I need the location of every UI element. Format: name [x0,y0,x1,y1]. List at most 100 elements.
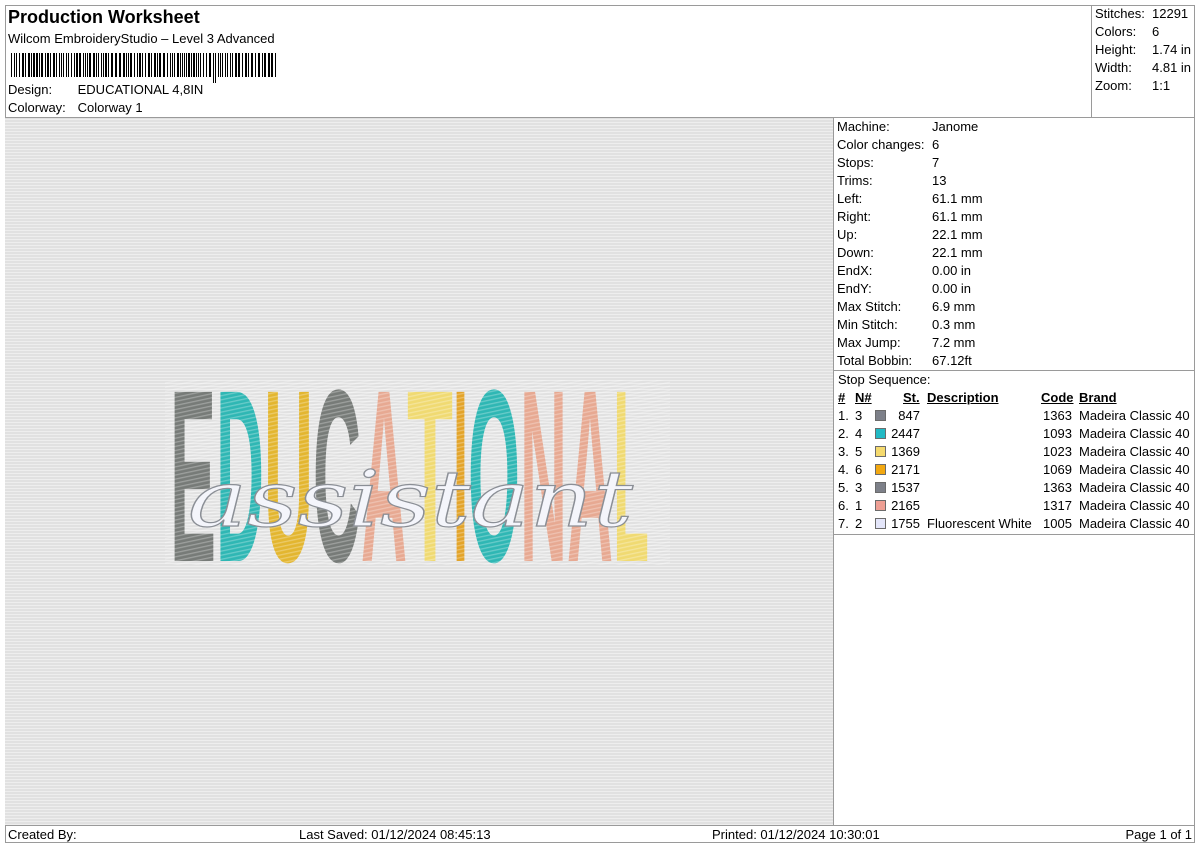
stop-needle: 2 [855,516,863,531]
stop-num: 7. [838,516,849,531]
up-label: Up: [837,227,858,242]
worksheet-footer: Created By: Last Saved: 01/12/2024 08:45… [5,825,1195,843]
col-description: Description [927,390,999,405]
stop-num: 5. [838,480,849,495]
stop-needle: 3 [855,480,863,495]
stop-row: 5. 3 1537 1363 Madeira Classic 40 [834,480,1195,498]
stops-label: Stops: [837,155,874,170]
height-row: Height: 1.74 in [1095,42,1191,57]
colors-row: Colors: 6 [1095,24,1159,39]
right-value: 61.1 mm [932,209,983,224]
stop-brand: Madeira Classic 40 [1079,426,1190,441]
trims-label: Trims: [837,173,873,188]
embroidery-design: EDUCATIONAL assistant [165,339,670,614]
stop-stitches: 1369 [891,444,920,459]
stop-brand: Madeira Classic 40 [1079,516,1190,531]
stop-num: 4. [838,462,849,477]
barcode [11,53,279,83]
assistant-script: assistant [187,454,634,545]
stitches-value: 12291 [1152,6,1189,21]
stitches-label: Stitches: [1095,6,1145,21]
up-row: Up: 22.1 mm [837,227,983,242]
stop-row: 6. 1 2165 1317 Madeira Classic 40 [834,498,1195,516]
machine-value: Janome [932,119,979,134]
stop-row: 7. 2 1755 Fluorescent White 1005 Madeira Clas… [834,516,1195,534]
color-changes-row: Color changes: 6 [837,137,939,152]
stop-stitches: 2165 [891,498,920,513]
stop-num: 3. [838,444,849,459]
endx-label: EndX: [837,263,873,278]
max-jump-row: Max Jump: 7.2 mm [837,335,975,350]
down-value: 22.1 mm [932,245,983,260]
page-number: Page 1 of 1 [1125,827,1193,842]
min-stitch-label: Min Stitch: [837,317,898,332]
stop-stitches: 2447 [891,426,920,441]
right-label: Right: [837,209,871,224]
min-stitch-value: 0.3 mm [932,317,976,332]
stop-row: 1. 3 847 1363 Madeira Classic 40 [834,408,1195,426]
col-code: Code [1041,390,1074,405]
stop-stitches: 2171 [891,462,920,477]
min-stitch-row: Min Stitch: 0.3 mm [837,317,975,332]
stop-code: 1363 [1043,480,1072,495]
stop-needle: 4 [855,426,863,441]
color-swatch [875,446,886,457]
trims-row: Trims: 13 [837,173,946,188]
colorway-row: Colorway: Colorway 1 [8,100,143,115]
stops-row: Stops: 7 [837,155,939,170]
stop-brand: Madeira Classic 40 [1079,480,1190,495]
color-changes-label: Color changes: [837,137,925,152]
stop-num: 2. [838,426,849,441]
printed-date: Printed: 01/12/2024 10:30:01 [712,827,880,842]
col-st: St. [903,390,920,405]
color-swatch [875,410,886,421]
stats-panel: Stitches: 12291 Colors: 6 Height: 1.74 in W… [1092,5,1195,118]
color-swatch [875,464,886,475]
worksheet-title: Production Worksheet [8,7,200,27]
left-value: 61.1 mm [932,191,983,206]
down-row: Down: 22.1 mm [837,245,983,260]
machine-label: Machine: [837,119,890,134]
trims-value: 13 [932,173,947,188]
endx-row: EndX: 0.00 in [837,263,971,278]
stop-row: 2. 4 2447 1093 Madeira Classic 40 [834,426,1195,444]
down-label: Down: [837,245,874,260]
script-word-assistant: assistant [188,455,634,545]
stop-description: Fluorescent White [927,516,1032,531]
max-jump-label: Max Jump: [837,335,901,350]
stop-code: 1069 [1043,462,1072,477]
colors-label: Colors: [1095,24,1137,39]
zoom-label: Zoom: [1095,78,1132,93]
stops-value: 7 [932,155,940,170]
colors-value: 6 [1152,24,1160,39]
divider [834,370,1195,371]
col-num: # [838,390,846,405]
stitches-row: Stitches: 12291 [1095,6,1188,21]
zoom-value: 1:1 [1152,78,1171,93]
stop-stitches: 847 [898,408,920,423]
divider [834,534,1195,535]
endy-value: 0.00 in [932,281,972,296]
stop-code: 1363 [1043,408,1072,423]
stop-num: 1. [838,408,849,423]
up-value: 22.1 mm [932,227,983,242]
stop-brand: Madeira Classic 40 [1079,498,1190,513]
stop-sequence-header: # N# St. Description Code Brand [834,390,1195,408]
stop-code: 1317 [1043,498,1072,513]
software-subtitle: Wilcom EmbroideryStudio – Level 3 Advanc… [8,31,275,46]
stop-needle: 6 [855,462,863,477]
colorway-label: Colorway: [8,100,66,115]
stop-code: 1023 [1043,444,1072,459]
width-label: Width: [1095,60,1132,75]
left-row: Left: 61.1 mm [837,191,983,206]
right-row: Right: 61.1 mm [837,209,983,224]
stop-stitches: 1537 [891,480,920,495]
max-stitch-label: Max Stitch: [837,299,902,314]
color-swatch [875,518,886,529]
colorway-value: Colorway 1 [77,100,143,115]
total-bobbin-label: Total Bobbin: [837,353,913,368]
design-label: Design: [8,82,53,97]
col-n: N# [855,390,872,405]
width-value: 4.81 in [1152,60,1192,75]
stop-needle: 5 [855,444,863,459]
